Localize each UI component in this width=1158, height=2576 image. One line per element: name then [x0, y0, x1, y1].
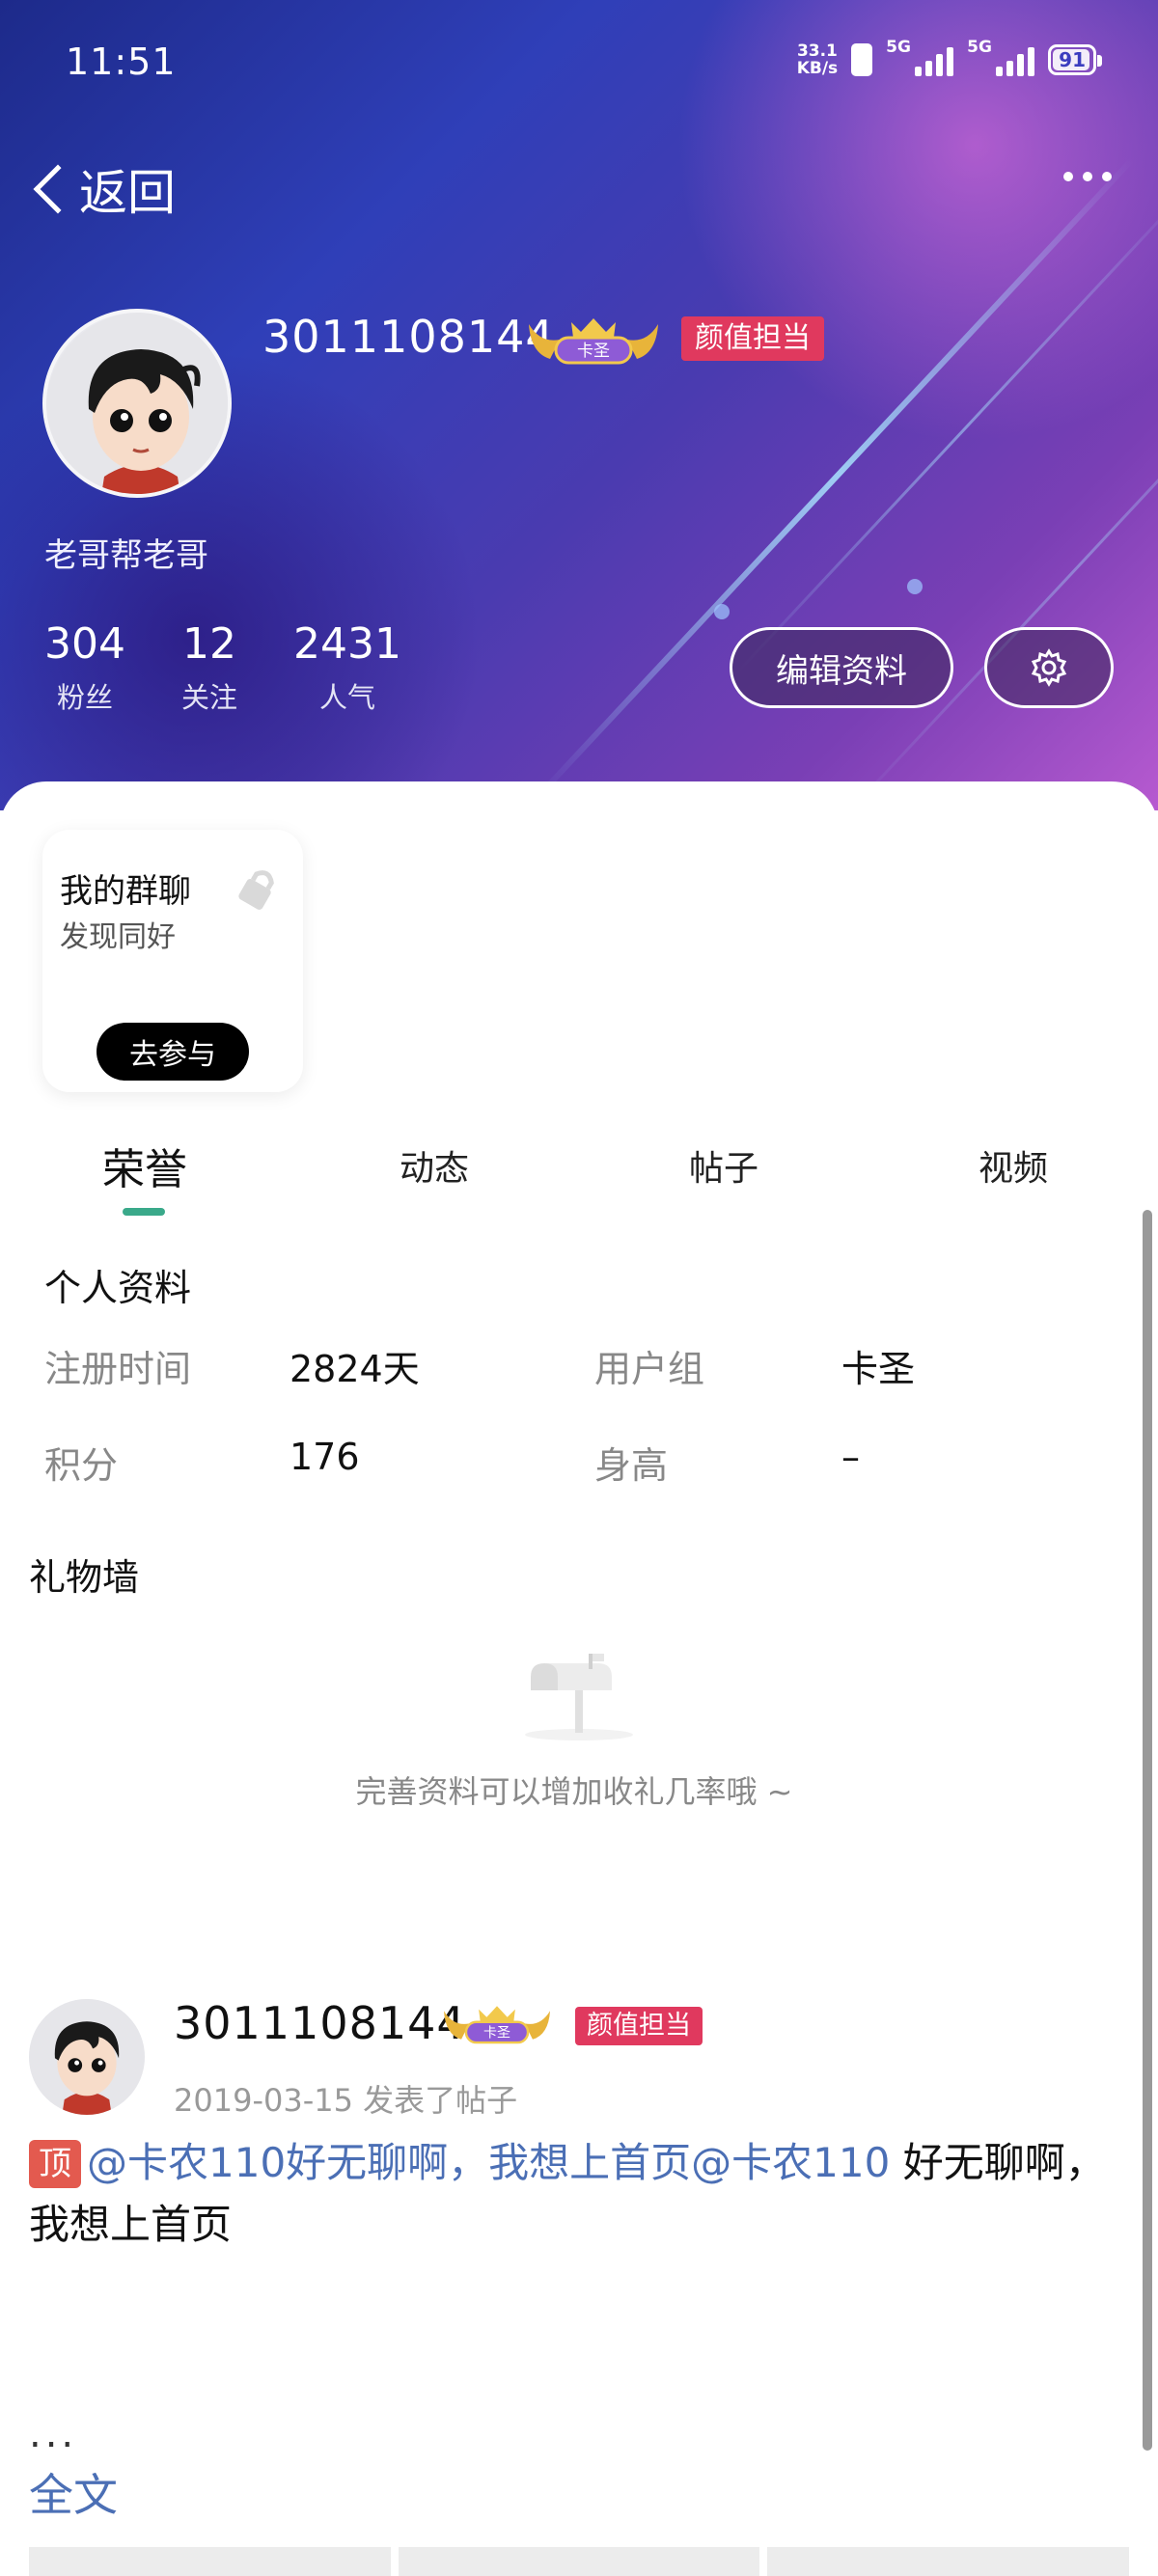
info-key: 用户组	[594, 1348, 705, 1390]
signal-icon: 5G	[886, 38, 954, 76]
stat-following[interactable]: 12 关注	[181, 617, 237, 716]
rank-badge: 卡圣	[436, 2003, 558, 2047]
rank-badge: 卡圣	[521, 315, 666, 369]
rank-badge-text: 卡圣	[577, 342, 610, 361]
settings-button[interactable]	[984, 627, 1114, 708]
mailbox-icon	[525, 1654, 633, 1740]
post-avatar[interactable]	[29, 1999, 145, 2115]
profile-tabs: 荣誉 动态 帖子 视频	[0, 1119, 1158, 1216]
username: 3011108144	[262, 311, 555, 363]
lock-icon	[238, 870, 274, 910]
info-key: 注册时间	[44, 1348, 192, 1390]
status-badge: 颜值担当	[681, 316, 824, 361]
post-image[interactable]	[29, 2547, 391, 2576]
stat-popularity[interactable]: 2431 人气	[293, 617, 401, 716]
info-key: 积分	[44, 1444, 119, 1487]
signal-icon: 5G	[967, 38, 1035, 76]
profile-signature: 老哥帮老哥	[44, 536, 208, 575]
gift-wall-empty-text: 完善资料可以增加收礼几率哦 ~	[355, 1773, 793, 1810]
read-full-link[interactable]: 全文	[29, 2460, 118, 2524]
tab-posts[interactable]: 帖子	[689, 1140, 758, 1191]
more-dots-icon[interactable]	[1063, 172, 1112, 181]
profile-stats: 304 粉丝 12 关注 2431 人气	[44, 617, 457, 716]
back-label: 返回	[79, 165, 176, 221]
post-image[interactable]	[398, 2547, 760, 2576]
tab-videos[interactable]: 视频	[979, 1140, 1048, 1191]
scrollbar[interactable]	[1143, 1210, 1152, 2451]
profile-header: 11:51 33.1 KB/s 5G 5G 91 返回 3011108144 卡…	[0, 0, 1158, 810]
header-sparkle	[907, 579, 923, 594]
info-value: 176	[290, 1436, 360, 1478]
status-indicators: 33.1 KB/s 5G 5G 91	[796, 38, 1102, 78]
status-time: 11:51	[66, 41, 177, 83]
post-body[interactable]: 顶 @卡农110好无聊啊，我想上首页@卡农110 好无聊啊，我想上首页	[29, 2132, 1119, 2256]
post-images	[29, 2547, 1130, 2576]
avatar[interactable]	[42, 309, 232, 498]
gear-icon	[1031, 648, 1067, 687]
info-value: –	[841, 1436, 860, 1478]
post-username[interactable]: 3011108144	[174, 1997, 466, 2049]
vibrate-icon	[851, 43, 873, 76]
post-meta: 2019-03-15 发表了帖子	[174, 2082, 518, 2119]
stat-fans[interactable]: 304 粉丝	[44, 617, 125, 716]
header-sparkle	[714, 604, 730, 619]
post-image[interactable]	[767, 2547, 1130, 2576]
tab-honor[interactable]: 荣誉	[102, 1135, 187, 1196]
info-value: 2824天	[290, 1348, 420, 1390]
group-card-title: 我的群聊	[60, 872, 191, 911]
pinned-badge: 顶	[29, 2140, 81, 2188]
group-chat-card[interactable]: 我的群聊 发现同好 去参与	[42, 830, 303, 1092]
rank-badge-text: 卡圣	[483, 2025, 510, 2041]
info-key: 身高	[594, 1444, 669, 1487]
back-button[interactable]: 返回	[27, 154, 176, 224]
status-badge: 颜值担当	[575, 2007, 703, 2045]
edit-profile-button[interactable]: 编辑资料	[730, 627, 953, 708]
network-speed: 33.1 KB/s	[796, 41, 839, 78]
join-button[interactable]: 去参与	[96, 1023, 249, 1081]
post-ellipsis: ...	[29, 2412, 78, 2456]
gift-wall-title: 礼物墙	[29, 1556, 140, 1599]
post-mention[interactable]: @卡农110好无聊啊，我想上首页@卡农110	[87, 2139, 890, 2186]
group-card-subtitle: 发现同好	[60, 920, 176, 954]
battery-icon: 91	[1048, 44, 1102, 75]
profile-content: 我的群聊 发现同好 去参与 荣誉 动态 帖子 视频 个人资料 注册时间 2824…	[0, 781, 1158, 2576]
personal-info-title: 个人资料	[44, 1267, 192, 1309]
tab-underline	[123, 1208, 165, 1216]
tab-activity[interactable]: 动态	[400, 1140, 469, 1191]
info-value: 卡圣	[841, 1348, 916, 1390]
chevron-left-icon	[33, 164, 83, 214]
